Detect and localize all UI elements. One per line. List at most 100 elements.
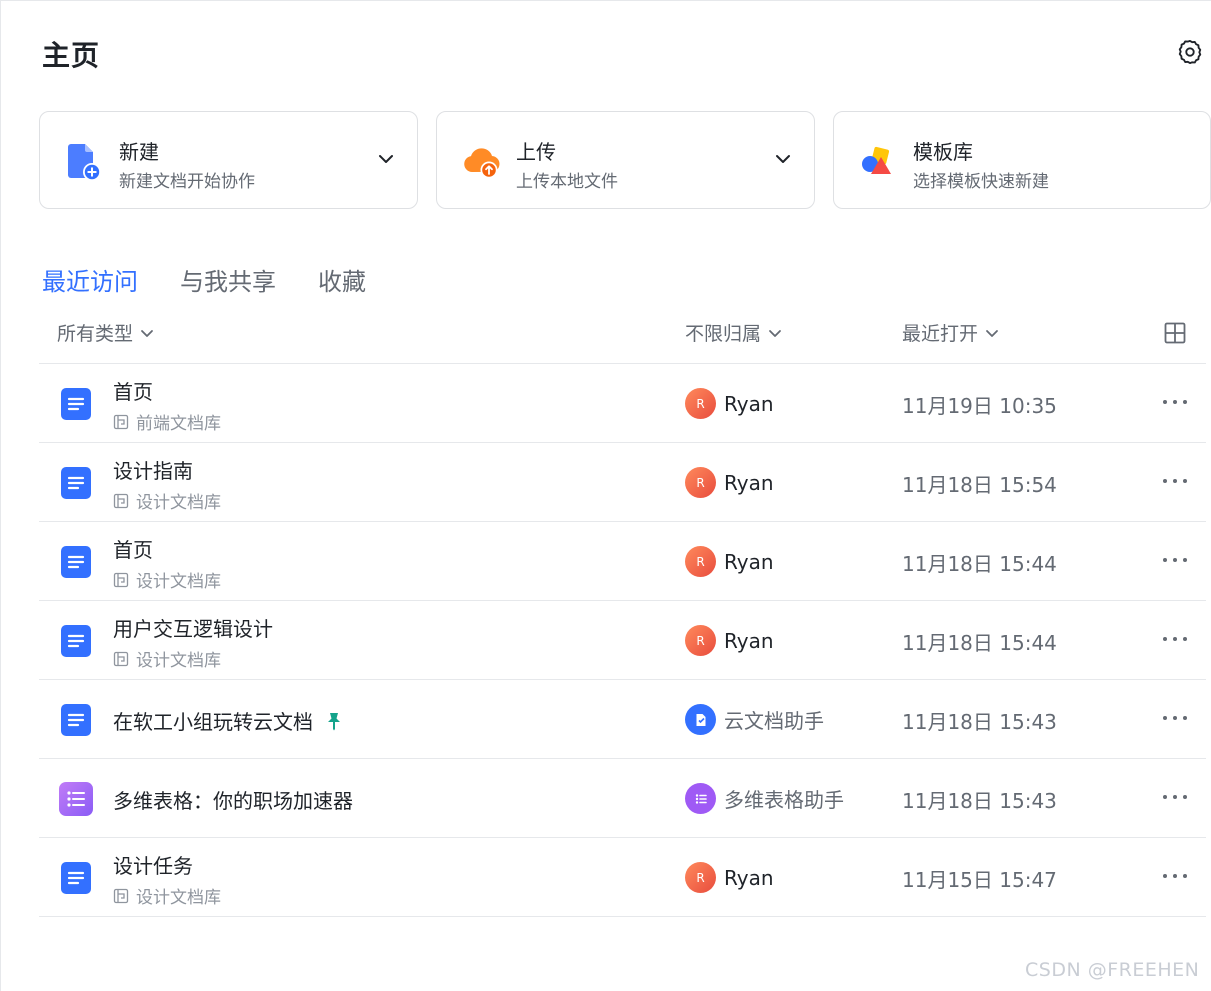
- tab-shared[interactable]: 与我共享: [180, 262, 276, 297]
- type-filter-label: 所有类型: [57, 323, 134, 345]
- row-owner: R Ryan: [685, 546, 774, 577]
- space-icon: [113, 493, 129, 508]
- table-row[interactable]: 在软工小组玩转云文档 云文档助手 11月18日 15:43: [39, 680, 1206, 759]
- row-title: 首页 设计文档库: [113, 534, 221, 592]
- doc-icon: [61, 546, 91, 578]
- row-time: 11月18日 15:44: [902, 631, 1057, 655]
- space-icon: [113, 888, 129, 903]
- chevron-down-icon: [986, 329, 998, 337]
- avatar: R: [685, 546, 716, 577]
- more-icon[interactable]: [1161, 471, 1189, 491]
- doc-assistant-icon: [696, 713, 705, 726]
- more-icon[interactable]: [1161, 787, 1189, 807]
- row-title: 设计指南 设计文档库: [113, 455, 221, 513]
- row-owner: R Ryan: [685, 862, 774, 893]
- new-doc-icon: [68, 144, 101, 181]
- row-time: 11月18日 15:54: [902, 473, 1057, 497]
- watermark: CSDN @FREEHEN: [1025, 959, 1200, 981]
- avatar: R: [685, 388, 716, 419]
- row-owner: R Ryan: [685, 467, 774, 498]
- row-name: 在软工小组玩转云文档: [113, 710, 313, 734]
- template-card[interactable]: 模板库 选择模板快速新建: [833, 111, 1211, 209]
- owner-name: Ryan: [724, 628, 774, 653]
- bitable-assistant-icon: [695, 793, 707, 804]
- table-row[interactable]: 设计任务 设计文档库 R Ryan 11月15日 15:47: [39, 838, 1206, 917]
- doc-icon: [61, 704, 91, 736]
- row-name: 首页: [113, 380, 153, 404]
- tab-favorites[interactable]: 收藏: [318, 262, 366, 297]
- more-icon[interactable]: [1161, 866, 1189, 886]
- space-icon: [113, 572, 129, 587]
- upload-card[interactable]: 上传 上传本地文件: [436, 111, 815, 209]
- row-name: 用户交互逻辑设计: [113, 617, 273, 641]
- row-time: 11月18日 15:43: [902, 789, 1057, 813]
- template-icon: [862, 146, 891, 174]
- new-doc-subtitle: 新建文档开始协作: [119, 172, 255, 192]
- chevron-down-icon: [141, 329, 153, 337]
- row-title: 用户交互逻辑设计 设计文档库: [113, 613, 273, 671]
- table-row[interactable]: 用户交互逻辑设计 设计文档库 R Ryan 11月18日 15:44: [39, 601, 1206, 680]
- table-row[interactable]: 多维表格：你的职场加速器 多维表格助手 11月18日 15:43: [39, 759, 1206, 838]
- owner-name: 多维表格助手: [724, 788, 844, 812]
- row-space: 设计文档库: [113, 883, 221, 908]
- doc-assistant-avatar: [685, 704, 716, 735]
- upload-subtitle: 上传本地文件: [516, 172, 618, 192]
- row-space-label: 前端文档库: [136, 414, 221, 434]
- row-title: 在软工小组玩转云文档: [113, 706, 343, 735]
- owner-filter-label: 不限归属: [685, 323, 762, 345]
- tab-recent[interactable]: 最近访问: [42, 262, 138, 297]
- owner-name: Ryan: [724, 865, 774, 890]
- owner-filter[interactable]: 不限归属: [685, 319, 783, 346]
- upload-cloud-icon: [464, 148, 500, 179]
- row-space-label: 设计文档库: [136, 888, 221, 908]
- grid-icon[interactable]: [1163, 321, 1187, 345]
- filter-bar: 所有类型 不限归属 最近打开: [1, 319, 1211, 349]
- upload-title: 上传: [516, 140, 556, 164]
- row-title: 多维表格：你的职场加速器: [113, 785, 353, 814]
- more-icon[interactable]: [1161, 629, 1189, 649]
- avatar: R: [685, 625, 716, 656]
- owner-name: Ryan: [724, 391, 774, 416]
- pin-icon: [328, 712, 340, 730]
- sort-filter-label: 最近打开: [902, 323, 979, 345]
- more-icon[interactable]: [1161, 708, 1189, 728]
- gear-icon: [1178, 39, 1202, 65]
- row-space: 设计文档库: [113, 567, 221, 592]
- row-name: 首页: [113, 538, 153, 562]
- new-doc-card[interactable]: 新建 新建文档开始协作: [39, 111, 418, 209]
- row-owner: 云文档助手: [685, 704, 824, 735]
- bitable-assistant-avatar: [685, 783, 716, 814]
- row-space-label: 设计文档库: [136, 651, 221, 671]
- row-name: 设计任务: [113, 854, 193, 878]
- type-filter[interactable]: 所有类型: [57, 319, 155, 346]
- row-title: 首页 前端文档库: [113, 376, 221, 434]
- table-row[interactable]: 设计指南 设计文档库 R Ryan 11月18日 15:54: [39, 443, 1206, 522]
- row-time: 11月18日 15:44: [902, 552, 1057, 576]
- page-title: 主页: [42, 39, 101, 72]
- space-icon: [113, 414, 129, 429]
- chevron-down-icon: [769, 329, 781, 337]
- row-owner: 多维表格助手: [685, 783, 844, 814]
- settings-button[interactable]: [1173, 35, 1207, 69]
- row-name: 多维表格：你的职场加速器: [113, 789, 353, 813]
- more-icon[interactable]: [1161, 392, 1189, 412]
- table-row[interactable]: 首页 前端文档库 R Ryan 11月19日 10:35: [39, 364, 1206, 443]
- bitable-icon: [59, 782, 93, 816]
- row-space: 设计文档库: [113, 488, 221, 513]
- owner-name: Ryan: [724, 470, 774, 495]
- row-title: 设计任务 设计文档库: [113, 850, 221, 908]
- file-list: 首页 前端文档库 R Ryan 11月19日 10:35 设计指南 设计文档库: [39, 363, 1206, 917]
- space-icon: [113, 651, 129, 666]
- row-name: 设计指南: [113, 459, 193, 483]
- doc-icon: [61, 388, 91, 420]
- doc-icon: [61, 625, 91, 657]
- new-doc-title: 新建: [119, 140, 159, 164]
- template-title: 模板库: [913, 140, 973, 164]
- sort-filter[interactable]: 最近打开: [902, 319, 1000, 346]
- owner-name: Ryan: [724, 549, 774, 574]
- doc-icon: [61, 862, 91, 894]
- more-icon[interactable]: [1161, 550, 1189, 570]
- row-owner: R Ryan: [685, 625, 774, 656]
- table-row[interactable]: 首页 设计文档库 R Ryan 11月18日 15:44: [39, 522, 1206, 601]
- template-subtitle: 选择模板快速新建: [913, 172, 1049, 192]
